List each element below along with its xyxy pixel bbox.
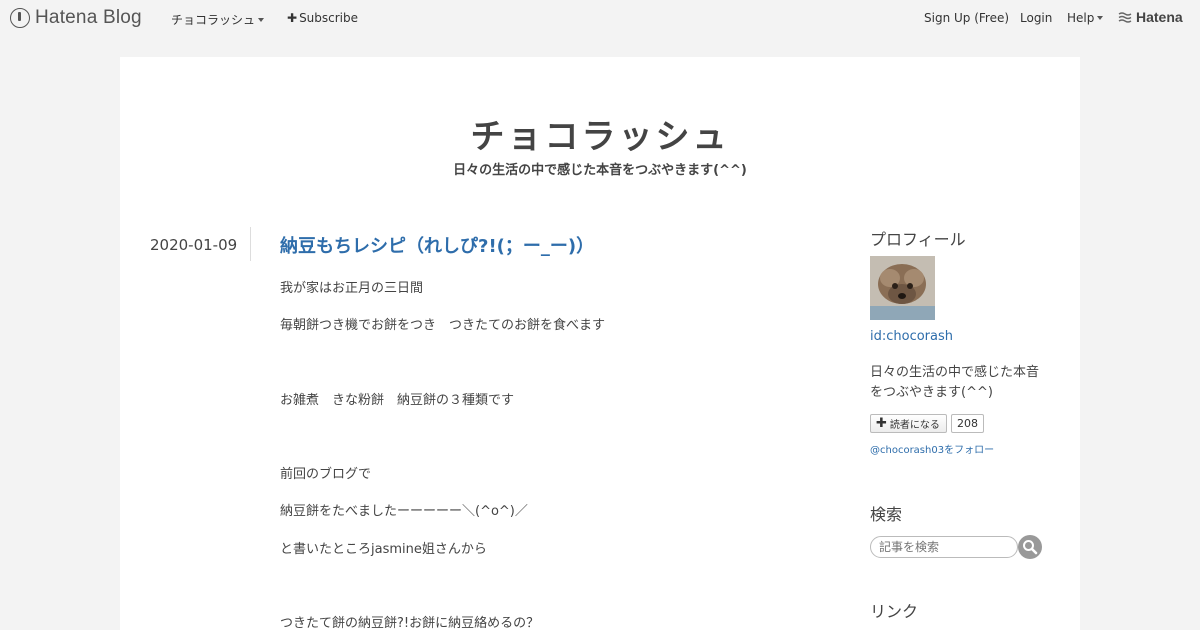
profile-heading: プロフィール [870,230,966,249]
entry-paragraph: と書いたところjasmine姐さんから [280,542,487,557]
subscribe-button[interactable]: ✚ Subscribe [287,11,358,25]
blog-menu-dropdown[interactable]: チョコラッシュ [171,11,265,28]
search-button[interactable] [1018,535,1042,559]
entry-title[interactable]: 納豆もちレシピ（れしぴ?!(；ー_ー)） [280,232,594,258]
twitter-follow-link[interactable]: @chocorash03をフォロー [870,441,994,456]
avatar[interactable] [870,256,935,320]
search-input[interactable] [870,536,1018,558]
blog-description: 日々の生活の中で感じた本音をつぶやきます(^^) [453,163,747,178]
entry-paragraph: つきたて餅の納豆餅?!お餅に納豆絡めるの？ [280,616,540,630]
help-label: Help [1067,11,1095,25]
entry-paragraph: 納豆餅をたべましたーーーーー＼(^o^)／ [280,504,528,519]
blog-title[interactable]: チョコラッシュ [120,109,1080,158]
plus-icon: ✚ [287,11,298,25]
chevron-down-icon [258,18,265,22]
subscribe-label: Subscribe [299,11,359,25]
entry-paragraph: 我が家はお正月の三日間 [280,281,424,296]
dog-avatar-image [870,256,935,320]
profile-description: 日々の生活の中で感じた本音をつぶやきます(^^) [870,365,1040,400]
signup-link[interactable]: Sign Up (Free) [924,11,1009,25]
hatena-blog-logo[interactable]: Hatena Blog [10,7,142,29]
hatena-wave-icon [1118,11,1132,23]
blog-container: チョコラッシュ 日々の生活の中で感じた本音をつぶやきます(^^) 2020-01… [120,57,1080,630]
plus-icon: ✚ [876,416,887,431]
search-heading: 検索 [870,505,903,524]
entry-paragraph: 前回のブログで [280,467,372,482]
logo-text: Hatena Blog [35,7,142,28]
profile-user-id-link[interactable]: id:chocorash [870,329,953,344]
help-dropdown[interactable]: Help [1067,11,1104,25]
entry-paragraph: 毎朝餅つき機でお餅をつき つきたてのお餅を食べます [280,318,606,333]
hatena-blog-logo-icon [10,8,30,28]
hatena-logo-text: Hatena [1136,9,1183,25]
entry-paragraph: お雑煮 きな粉餅 納豆餅の３種類です [280,393,515,408]
date-divider [250,227,251,261]
chevron-down-icon [1097,16,1104,20]
reader-count-badge: 208 [951,414,984,433]
follow-label: 読者になる [889,420,940,431]
blog-menu-label: チョコラッシュ [171,13,256,27]
entry-date[interactable]: 2020-01-09 [150,236,237,254]
search-icon [1023,540,1038,555]
follow-button[interactable]: ✚ 読者になる [870,414,947,433]
login-link[interactable]: Login [1020,11,1052,25]
links-heading: リンク [870,602,919,621]
hatena-logo[interactable]: Hatena [1118,9,1183,25]
global-header: Hatena Blog チョコラッシュ ✚ Subscribe Sign Up (… [0,0,1200,36]
